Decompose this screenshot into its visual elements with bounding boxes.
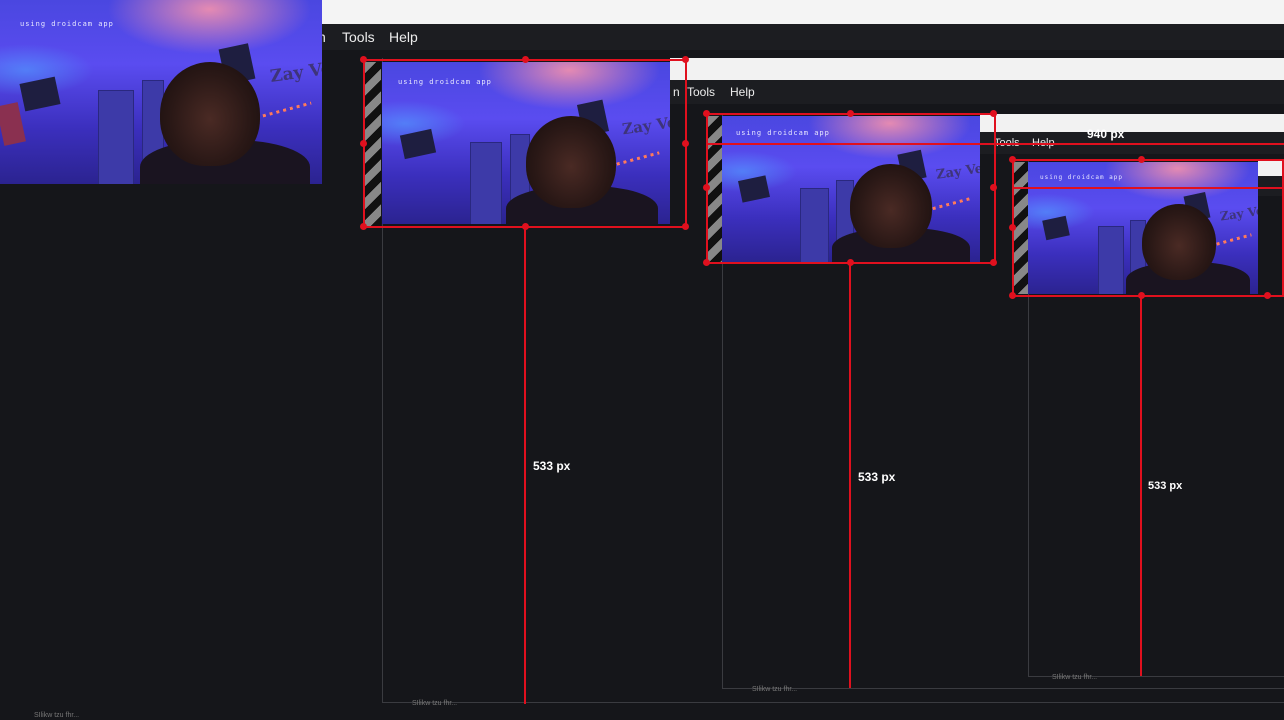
menu-item-help[interactable]: Help <box>389 29 418 45</box>
status-text-0: SIlikw tzu fhr... <box>34 712 80 719</box>
resize-handle-3-tl[interactable] <box>1009 156 1016 163</box>
height-guide-1 <box>524 228 526 704</box>
resize-handle-2-br[interactable] <box>990 259 997 266</box>
resize-handle-3-t[interactable] <box>1138 156 1145 163</box>
webcam-preview: Zay Veo using droidcam app <box>0 0 322 184</box>
resize-handle-2-tl[interactable] <box>703 110 710 117</box>
resize-handle-1-t[interactable] <box>522 56 529 63</box>
resize-handle-1-l[interactable] <box>360 140 367 147</box>
width-guide-2 <box>708 143 1284 145</box>
status-text-2: SIlikw tzu fhr... <box>752 686 798 693</box>
resize-handle-3-bl[interactable] <box>1009 292 1016 299</box>
resize-handle-2-t[interactable] <box>847 110 854 117</box>
resize-handle-3-br[interactable] <box>1264 292 1271 299</box>
height-label-1: 533 px <box>533 459 571 473</box>
status-text-1: SIlikw tzu fhr... <box>412 700 458 707</box>
resize-handle-1-tr[interactable] <box>682 56 689 63</box>
resize-handle-2-tr[interactable] <box>990 110 997 117</box>
menu-item-tools[interactable]: Tools <box>342 29 375 45</box>
resize-handle-3-l[interactable] <box>1009 224 1016 231</box>
measure-box-2[interactable] <box>706 113 996 264</box>
nested-title-bar-1 <box>670 58 1284 80</box>
height-label-2: 533 px <box>858 470 896 484</box>
status-text-3: SIlikw tzu fhr... <box>1052 674 1098 681</box>
measure-box-3[interactable] <box>1012 159 1284 297</box>
webcam-overlay-text: using droidcam app <box>20 20 114 28</box>
resize-handle-2-r[interactable] <box>990 184 997 191</box>
nested-title-bar-2 <box>980 114 1284 132</box>
resize-handle-1-bl[interactable] <box>360 223 367 230</box>
nested-menu-item-tools-1[interactable]: Tools <box>687 85 715 99</box>
measure-box-1[interactable] <box>363 59 687 228</box>
height-guide-2 <box>849 264 851 688</box>
height-guide-3 <box>1140 297 1142 676</box>
width-label: 940 px <box>1087 127 1125 141</box>
width-guide-3 <box>1014 187 1284 189</box>
nested-menu-bar-1: n Tools Help <box>670 80 1284 104</box>
resize-handle-1-br[interactable] <box>682 223 689 230</box>
resize-handle-1-r[interactable] <box>682 140 689 147</box>
nested-menu-item-help-1[interactable]: Help <box>730 85 755 99</box>
resize-handle-1-tl[interactable] <box>360 56 367 63</box>
height-label-3: 533 px <box>1148 480 1183 492</box>
resize-handle-2-bl[interactable] <box>703 259 710 266</box>
resize-handle-2-l[interactable] <box>703 184 710 191</box>
